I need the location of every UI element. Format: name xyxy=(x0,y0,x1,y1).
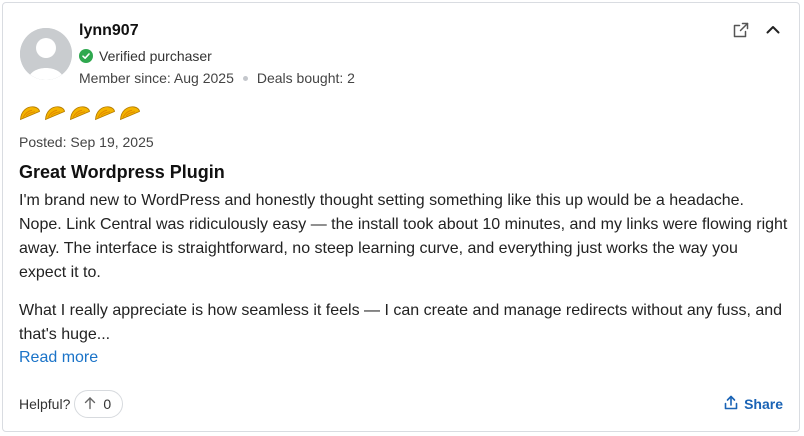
star-rating xyxy=(19,105,141,121)
taco-icon xyxy=(94,105,116,121)
check-circle-icon xyxy=(79,49,93,63)
helpful-count: 0 xyxy=(103,396,112,412)
member-since: Member since: Aug 2025 xyxy=(79,70,234,86)
review-body: I'm brand new to WordPress and honestly … xyxy=(19,189,789,361)
review-actions xyxy=(732,21,782,44)
deals-bought: Deals bought: 2 xyxy=(256,70,355,86)
chevron-up-icon[interactable] xyxy=(764,21,782,44)
review-paragraph: I'm brand new to WordPress and honestly … xyxy=(19,192,788,281)
separator-dot xyxy=(242,75,248,81)
review-title: Great Wordpress Plugin xyxy=(19,162,225,182)
taco-icon xyxy=(44,105,66,121)
avatar xyxy=(20,28,72,80)
taco-icon xyxy=(19,105,41,121)
review-card: lynn907 Verified purchaser Member since:… xyxy=(2,2,800,432)
taco-icon xyxy=(119,105,141,121)
helpful-section: Helpful? 0 xyxy=(19,390,124,418)
helpful-label: Helpful? xyxy=(19,396,71,412)
helpful-upvote-button[interactable]: 0 xyxy=(74,390,124,418)
verified-label: Verified purchaser xyxy=(99,48,212,64)
reviewer-meta: Member since: Aug 2025 Deals bought: 2 xyxy=(79,70,355,86)
share-label: Share xyxy=(744,396,783,412)
verified-badge: Verified purchaser xyxy=(79,48,212,64)
external-link-icon[interactable] xyxy=(732,21,750,44)
share-upload-icon xyxy=(724,395,738,413)
reviewer-name: lynn907 xyxy=(79,22,139,39)
posted-date: Posted: Sep 19, 2025 xyxy=(19,134,154,150)
review-paragraph: What I really appreciate is how seamless… xyxy=(19,302,783,343)
taco-icon xyxy=(69,105,91,121)
share-button[interactable]: Share xyxy=(724,395,783,413)
arrow-up-icon xyxy=(83,396,97,413)
read-more-link[interactable]: Read more xyxy=(19,349,98,367)
